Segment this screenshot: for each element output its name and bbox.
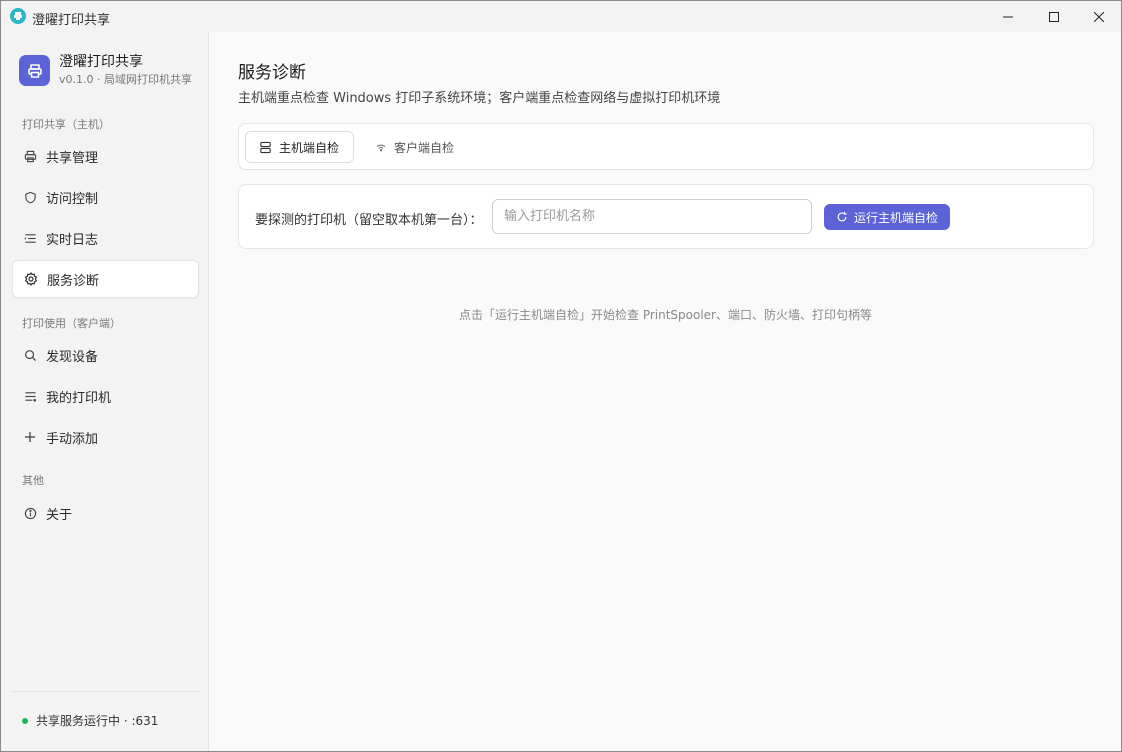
page-title: 服务诊断 <box>238 63 306 83</box>
tab-label: 客户端自检 <box>394 140 455 155</box>
info-icon <box>23 506 37 520</box>
sidebar-item-access-control[interactable]: 访问控制 <box>12 178 199 216</box>
sidebar-item-label: 服务诊断 <box>47 273 100 289</box>
tab-label: 主机端自检 <box>279 140 340 155</box>
maximize-button[interactable] <box>1031 1 1077 32</box>
sidebar-item-about[interactable]: 关于 <box>12 494 199 532</box>
sidebar-item-label: 我的打印机 <box>46 390 112 406</box>
server-icon <box>259 141 272 154</box>
sidebar-divider <box>12 691 199 692</box>
app-icon <box>10 8 26 24</box>
brand-name: 澄曜打印共享 <box>59 54 143 70</box>
printer-name-input[interactable] <box>492 199 812 234</box>
close-button[interactable] <box>1076 1 1121 32</box>
status-dot-icon <box>22 717 28 724</box>
gear-icon <box>24 272 38 286</box>
sidebar-item-label: 访问控制 <box>46 191 99 207</box>
app-window: 澄曜打印共享 澄曜打印共享 v0.1.0 · 局域网打印机共享 打印共享（主机）… <box>0 0 1122 752</box>
refresh-icon <box>836 211 848 223</box>
sidebar: 澄曜打印共享 v0.1.0 · 局域网打印机共享 打印共享（主机） 共享管理 访… <box>1 32 209 751</box>
service-status: 共享服务运行中 · :631 <box>22 712 158 729</box>
service-status-text: 共享服务运行中 · :631 <box>36 714 159 728</box>
wifi-icon <box>375 141 387 153</box>
brand-version: v0.1.0 · 局域网打印机共享 <box>59 73 192 86</box>
main-content: 服务诊断 主机端重点检查 Windows 打印子系统环境；客户端重点检查网络与虚… <box>210 32 1121 751</box>
plus-icon <box>23 430 37 444</box>
tab-host-self-check[interactable]: 主机端自检 <box>245 131 354 163</box>
sidebar-item-label: 关于 <box>46 507 73 523</box>
run-host-check-button[interactable]: 运行主机端自检 <box>824 204 950 230</box>
sidebar-item-manual-add[interactable]: 手动添加 <box>12 418 199 456</box>
printer-name-label: 要探测的打印机（留空取本机第一台）： <box>255 213 483 228</box>
brand: 澄曜打印共享 v0.1.0 · 局域网打印机共享 <box>19 53 192 88</box>
shield-icon <box>23 190 37 204</box>
sidebar-item-label: 实时日志 <box>46 232 99 248</box>
title-bar: 澄曜打印共享 <box>1 1 1121 32</box>
sidebar-item-label: 发现设备 <box>46 349 99 365</box>
diagnostic-tabs: 主机端自检 客户端自检 <box>238 123 1094 170</box>
section-label-host: 打印共享（主机） <box>22 118 110 131</box>
sidebar-item-realtime-log[interactable]: 实时日志 <box>12 219 199 257</box>
sidebar-item-label: 手动添加 <box>46 431 99 447</box>
minimize-button[interactable] <box>985 1 1031 32</box>
section-label-client: 打印使用（客户端） <box>22 317 121 330</box>
tab-client-self-check[interactable]: 客户端自检 <box>373 131 454 163</box>
printer-icon <box>23 149 37 163</box>
page-subtitle: 主机端重点检查 Windows 打印子系统环境；客户端重点检查网络与虚拟打印机环… <box>238 91 721 106</box>
sidebar-item-discover-devices[interactable]: 发现设备 <box>12 336 199 374</box>
sidebar-item-service-diagnostics[interactable]: 服务诊断 <box>12 260 199 298</box>
search-icon <box>23 348 37 362</box>
list-icon <box>23 389 37 403</box>
window-title: 澄曜打印共享 <box>32 13 111 28</box>
section-label-other: 其他 <box>22 474 44 487</box>
printer-logo-icon <box>19 55 50 86</box>
sidebar-item-my-printers[interactable]: 我的打印机 <box>12 377 199 415</box>
probe-form: 要探测的打印机（留空取本机第一台）： 运行主机端自检 <box>238 184 1094 249</box>
sidebar-item-share-management[interactable]: 共享管理 <box>12 137 199 175</box>
sidebar-item-label: 共享管理 <box>46 150 99 166</box>
log-list-icon <box>23 231 37 245</box>
run-button-label: 运行主机端自检 <box>853 210 938 225</box>
empty-state-hint: 点击「运行主机端自检」开始检查 PrintSpooler、端口、防火墙、打印句柄… <box>459 308 872 322</box>
